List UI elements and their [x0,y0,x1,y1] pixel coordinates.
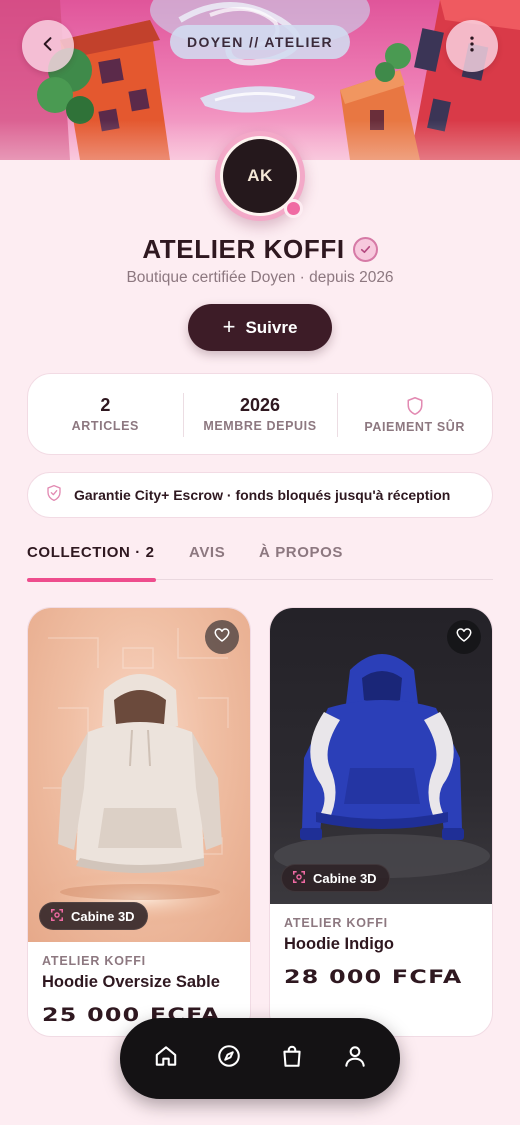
scan-3d-icon [50,908,64,925]
product-info: ATELIER KOFFI Hoodie Indigo 28 000 FCFA [270,904,492,988]
nav-cart[interactable] [269,1036,315,1082]
follow-button[interactable]: + Suivre [188,304,332,351]
tab-about[interactable]: À PROPOS [259,540,343,580]
shield-check-icon [46,484,62,507]
heart-icon [455,626,473,649]
home-icon [153,1043,179,1074]
stat-value: 2026 [239,395,281,415]
stat-member-since: 2026 MEMBRE DEPUIS [182,374,338,454]
store-name-row: ATELIER KOFFI [0,234,520,265]
stat-articles: 2 ARTICLES [28,374,183,454]
compass-icon [216,1043,242,1074]
stat-value: 2 [100,395,111,415]
product-card[interactable]: Cabine 3D ATELIER KOFFI Hoodie Oversize … [27,607,251,1037]
cabine-badge-label: Cabine 3D [313,870,377,886]
product-info: ATELIER KOFFI Hoodie Oversize Sable 25 0… [28,942,250,1026]
cabine-3d-badge[interactable]: Cabine 3D [281,864,390,892]
store-tabs: COLLECTION · 2 AVIS À PROPOS [27,540,493,582]
follow-label: Suivre [245,317,298,337]
product-name: Hoodie Oversize Sable [42,973,220,991]
heart-icon [213,626,231,649]
tab-collection[interactable]: COLLECTION · 2 [27,540,189,582]
more-vertical-icon [462,34,482,59]
chevron-left-icon [38,34,58,59]
escrow-guarantee-banner: Garantie City+ Escrow · fonds bloqués ju… [27,472,493,518]
nav-explore[interactable] [206,1036,252,1082]
online-status-dot [284,199,303,218]
cabine-3d-badge[interactable]: Cabine 3D [39,902,148,930]
product-price: 28 000 FCFA [284,966,463,988]
bottom-navigation [120,1018,400,1099]
favorite-button[interactable] [447,620,481,654]
product-shop: ATELIER KOFFI [42,954,146,968]
more-options-button[interactable] [446,20,498,72]
shield-icon [406,394,424,416]
user-icon [342,1043,368,1074]
product-card[interactable]: Cabine 3D ATELIER KOFFI Hoodie Indigo 28… [269,607,493,1037]
favorite-button[interactable] [205,620,239,654]
store-name: ATELIER KOFFI [142,234,345,264]
hoodie-sable-image [30,628,250,926]
shopping-bag-icon [279,1043,305,1074]
nav-home[interactable] [143,1036,189,1082]
stats-card: 2 ARTICLES 2026 MEMBRE DEPUIS PAIEMENT S… [27,373,493,455]
product-image[interactable]: Cabine 3D [28,608,250,942]
store-subtitle: Boutique certifiée Doyen · depuis 2026 [126,269,394,286]
product-name: Hoodie Indigo [284,935,394,953]
plus-icon: + [222,313,236,339]
check-badge-icon [352,237,378,262]
page-title: DOYEN // ATELIER [169,25,351,59]
scan-3d-icon [292,870,306,887]
cabine-badge-label: Cabine 3D [71,908,135,924]
stat-label: ARTICLES [71,419,139,433]
nav-profile[interactable] [332,1036,378,1082]
tab-reviews[interactable]: AVIS [189,540,259,580]
product-image[interactable]: Cabine 3D [270,608,492,904]
escrow-text: Garantie City+ Escrow · fonds bloqués ju… [74,487,451,503]
stat-label: PAIEMENT SÛR [364,420,466,434]
stat-secure-payment: PAIEMENT SÛR [337,374,492,454]
back-button[interactable] [22,20,74,72]
stat-label: MEMBRE DEPUIS [203,419,317,433]
product-shop: ATELIER KOFFI [284,916,388,930]
